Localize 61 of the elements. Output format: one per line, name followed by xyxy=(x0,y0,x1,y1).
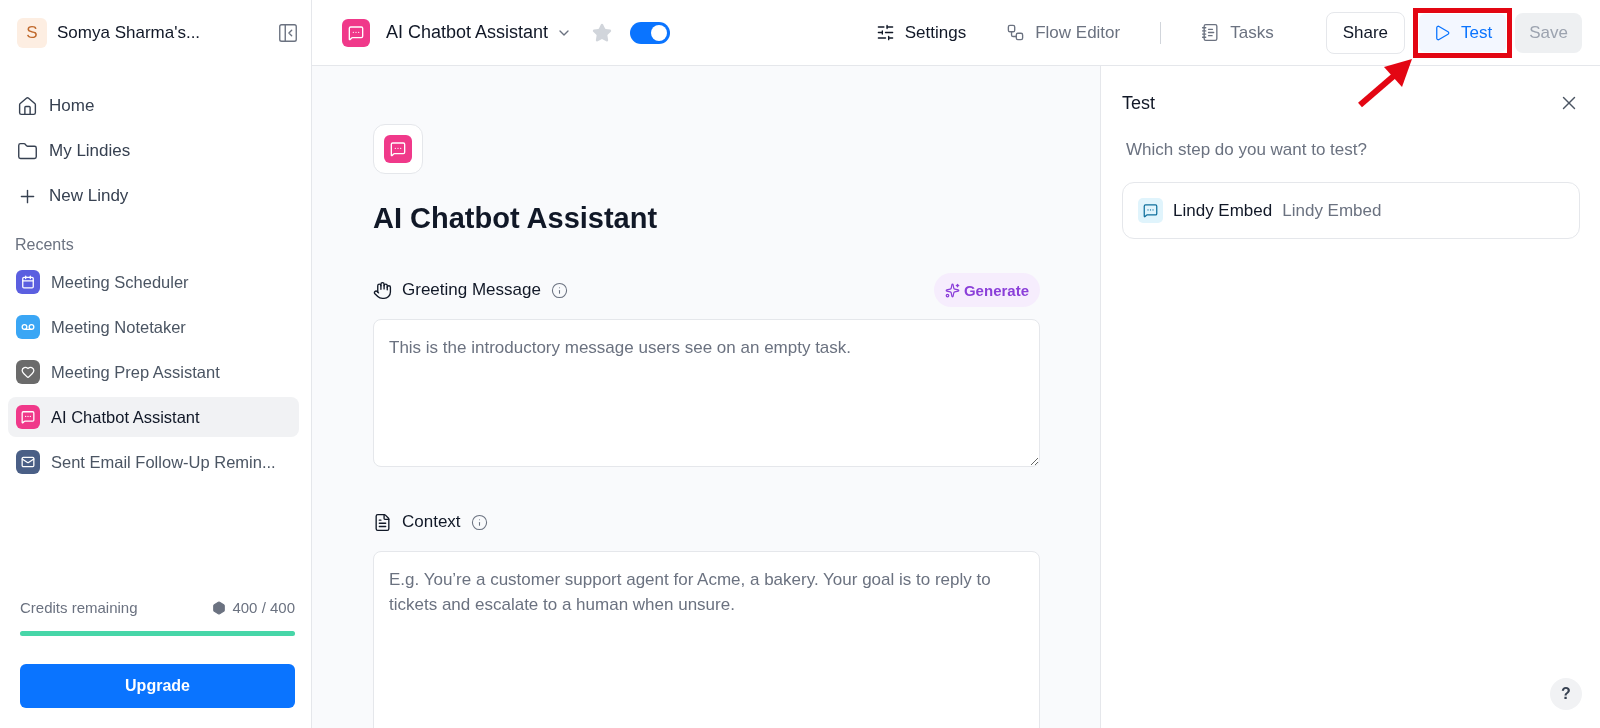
recents-heading: Recents xyxy=(14,236,75,254)
collapse-sidebar-icon[interactable] xyxy=(277,22,299,44)
sidebar-nav-item[interactable]: New Lindy xyxy=(8,176,299,216)
folder-icon xyxy=(17,140,38,162)
recent-item[interactable]: Meeting Prep Assistant xyxy=(8,352,299,392)
home-icon xyxy=(17,95,38,117)
lindy-title[interactable]: AI Chatbot Assistant xyxy=(386,22,549,43)
sidebar-nav-item[interactable]: Home xyxy=(8,86,299,126)
credits-reading: 400 / 400 xyxy=(232,599,295,616)
step-option[interactable]: Lindy Embed Lindy Embed xyxy=(1122,182,1580,239)
chat-app-icon xyxy=(342,18,370,47)
step-type: Lindy Embed xyxy=(1282,200,1382,221)
play-icon xyxy=(1433,23,1452,42)
info-icon[interactable] xyxy=(550,281,568,299)
recent-label: Sent Email Follow-Up Remin... xyxy=(51,452,276,472)
sparkle-icon xyxy=(944,282,960,298)
recent-label: Meeting Prep Assistant xyxy=(51,362,220,382)
chat-icon xyxy=(1138,198,1163,223)
help-button[interactable]: ? xyxy=(1550,678,1582,710)
tab-label: Flow Editor xyxy=(1035,22,1121,43)
recent-item[interactable]: Sent Email Follow-Up Remin... xyxy=(8,442,299,482)
header-tab[interactable]: Settings xyxy=(875,22,967,43)
recent-item[interactable]: AI Chatbot Assistant xyxy=(8,397,299,437)
credit-icon xyxy=(212,600,227,615)
panel-title: Test xyxy=(1122,92,1155,114)
credits-label: Credits remaining xyxy=(20,599,138,616)
header-tab[interactable]: Tasks xyxy=(1201,22,1274,43)
text-area-field[interactable]: This is the introductory message users see on an empty task. xyxy=(373,319,1040,467)
upgrade-button[interactable]: Upgrade xyxy=(20,664,295,708)
workspace-name[interactable]: Somya Sharma's... xyxy=(57,23,267,43)
step-name: Lindy Embed xyxy=(1173,200,1273,221)
flow-icon xyxy=(1006,23,1026,42)
hand-icon xyxy=(373,280,392,300)
info-icon[interactable] xyxy=(470,513,488,531)
text-area-field[interactable]: E.g. You’re a customer support agent for Acme, a bakery. Your goal is to reply to tickets and escalate to a human when unsure. xyxy=(373,551,1040,728)
nav-label: Home xyxy=(49,96,95,116)
tab-label: Tasks xyxy=(1230,22,1274,43)
header-tab[interactable]: Flow Editor xyxy=(1006,22,1121,43)
share-button[interactable]: Share xyxy=(1325,11,1406,54)
recent-label: Meeting Scheduler xyxy=(51,272,189,292)
enable-toggle[interactable] xyxy=(630,21,671,44)
field-label: Context xyxy=(402,512,461,532)
nav-label: My Lindies xyxy=(49,141,131,161)
star-icon[interactable] xyxy=(592,22,613,43)
test-button[interactable]: Test xyxy=(1419,13,1507,52)
lindy-icon xyxy=(373,124,423,174)
recent-item[interactable]: Meeting Notetaker xyxy=(8,307,299,347)
editor-title: AI Chatbot Assistant xyxy=(373,202,659,235)
sidebar-nav-item[interactable]: My Lindies xyxy=(8,131,299,171)
recent-label: Meeting Notetaker xyxy=(51,317,186,337)
panel-question: Which step do you want to test? xyxy=(1126,140,1368,160)
notebook-icon xyxy=(1201,23,1221,42)
recent-label: AI Chatbot Assistant xyxy=(51,407,200,427)
document-icon xyxy=(373,512,392,532)
workspace-avatar: S xyxy=(17,18,47,48)
recent-item[interactable]: Meeting Scheduler xyxy=(8,262,299,302)
nav-label: New Lindy xyxy=(49,186,129,206)
field-label: Greeting Message xyxy=(402,280,541,300)
generate-button[interactable]: Generate xyxy=(933,273,1040,307)
tab-label: Settings xyxy=(904,22,967,43)
sliders-icon xyxy=(875,23,895,42)
